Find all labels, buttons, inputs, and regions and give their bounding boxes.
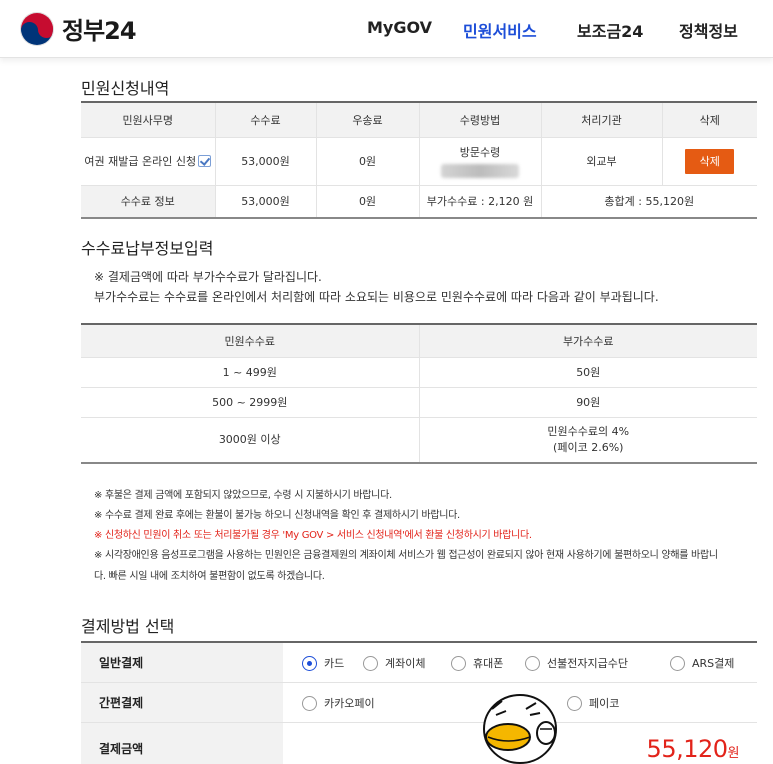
radio-label: 선불전자지급수단 [547, 657, 628, 670]
table-row: 3000원 이상 민원수수료의 4% (페이코 2.6%) [81, 417, 757, 464]
extra-fee-payco: (페이코 2.6%) [553, 440, 624, 454]
radio-ars[interactable]: ARS결제 [670, 655, 734, 671]
radio-label: ARS결제 [692, 657, 735, 670]
payment-method-table: 일반결제 카드 계좌이체 휴대폰 선불전자지급수단 ARS결제 간편결제 카카오… [81, 641, 757, 764]
payment-amount-unit: 원 [727, 746, 740, 761]
receive-method: 방문수령 [459, 146, 501, 159]
payment-amount: 55,120원 [646, 735, 740, 763]
radio-mobile[interactable]: 휴대폰 [451, 655, 503, 671]
radio-circle-icon [567, 695, 582, 711]
col-header-extra-fee: 부가수수료 [419, 324, 757, 358]
table-row: 1 ~ 499원 50원 [81, 357, 757, 388]
fee-cell: 53,000원 [215, 137, 317, 186]
table-header-row: 민원수수료 부가수수료 [81, 324, 757, 358]
radio-circle-icon [302, 655, 317, 671]
radio-label: 휴대폰 [473, 657, 504, 670]
nav-civil-service[interactable]: 민원서비스 [463, 18, 537, 42]
summary-extra-fee: 부가수수료 : 2,120 원 [419, 185, 542, 219]
payment-amount-label: 결제금액 [81, 723, 283, 764]
payment-amount-value: 55,120 [646, 735, 728, 763]
extra-fee: 50원 [419, 357, 757, 388]
table-row: 여권 재발급 온라인 신청 53,000원 0원 방문수령 외교부 삭제 [81, 137, 757, 186]
radio-circle-icon [363, 655, 378, 671]
radio-circle-icon [451, 655, 466, 671]
surcharge-table: 민원수수료 부가수수료 1 ~ 499원 50원 500 ~ 2999원 90원… [81, 323, 757, 464]
simple-payment-label: 간편결제 [81, 683, 283, 722]
radio-label: 계좌이체 [385, 657, 426, 670]
receive-cell: 방문수령 [419, 137, 542, 186]
apply-history-title: 민원신청내역 [81, 79, 170, 98]
radio-circle-icon [525, 655, 540, 671]
col-header-civil-fee: 민원수수료 [81, 324, 420, 358]
extra-fee: 민원수수료의 4% [547, 424, 630, 438]
payment-method-title: 결제방법 선택 [81, 617, 175, 636]
table-header-row: 민원사무명 수수료 우송료 수령방법 처리기관 삭제 [81, 102, 757, 138]
agency-cell: 외교부 [541, 137, 663, 186]
radio-kakaopay[interactable]: 카카오페이 [302, 695, 375, 711]
col-header-agency: 처리기관 [541, 102, 663, 138]
extra-fee: 90원 [419, 387, 757, 418]
summary-total: 총합계 : 55,120원 [541, 185, 757, 219]
payment-amount-row: 결제금액 55,120원 [81, 723, 757, 764]
nav-policy-info[interactable]: 정책정보 [679, 18, 738, 42]
table-row: 500 ~ 2999원 90원 [81, 387, 757, 418]
radio-card[interactable]: 카드 [302, 655, 344, 671]
surcharge-note-2: 부가수수료는 수수료를 온라인에서 처리함에 따라 소요되는 비용으로 민원수수… [94, 290, 659, 304]
col-header-delete: 삭제 [662, 102, 757, 138]
fee-info-label: 수수료 정보 [81, 185, 216, 219]
col-header-fee: 수수료 [215, 102, 317, 138]
apply-history-table: 민원사무명 수수료 우송료 수령방법 처리기관 삭제 여권 재발급 온라인 신청… [81, 101, 757, 219]
fee-range: 500 ~ 2999원 [81, 387, 420, 418]
gov24-logo[interactable]: 정부24 [20, 11, 137, 46]
notice-deferred: ※ 후불은 결제 금액에 포함되지 않았으므로, 수령 시 지불하시기 바랍니다… [94, 490, 392, 501]
site-header: 정부24 MyGOV 민원서비스 보조금24 정책정보 [0, 0, 773, 58]
general-payment-row: 일반결제 카드 계좌이체 휴대폰 선불전자지급수단 ARS결제 [81, 643, 757, 683]
notice-accessibility: ※ 시각장애인용 음성프로그램을 사용하는 민원인은 금융결제원의 계좌이체 서… [94, 550, 718, 561]
blurred-address [441, 164, 519, 178]
duck-mascot-icon [483, 694, 557, 764]
general-payment-label: 일반결제 [81, 643, 283, 682]
fee-payment-title: 수수료납부정보입력 [81, 239, 214, 258]
fee-summary-row: 수수료 정보 53,000원 0원 부가수수료 : 2,120 원 총합계 : … [81, 185, 757, 219]
postage-cell: 0원 [316, 137, 420, 186]
radio-payco[interactable]: 페이코 [567, 695, 619, 711]
col-header-name: 민원사무명 [81, 102, 216, 138]
service-name: 여권 재발급 온라인 신청 [84, 155, 197, 168]
surcharge-note-1: ※ 결제금액에 따라 부가수수료가 달라집니다. [94, 270, 322, 284]
radio-label: 카드 [324, 657, 345, 670]
radio-label: 페이코 [589, 697, 620, 710]
edit-check-icon[interactable] [198, 155, 212, 167]
col-header-postage: 우송료 [316, 102, 420, 138]
fee-range: 1 ~ 499원 [81, 357, 420, 388]
col-header-receive: 수령방법 [419, 102, 542, 138]
radio-label: 카카오페이 [324, 697, 375, 710]
extra-fee-cell: 민원수수료의 4% (페이코 2.6%) [419, 417, 757, 464]
radio-circle-icon [670, 655, 685, 671]
taegeuk-logo-icon [20, 11, 54, 46]
logo-text: 정부24 [62, 17, 137, 45]
simple-payment-row: 간편결제 카카오페이 페이코 [81, 683, 757, 723]
delete-cell: 삭제 [662, 137, 757, 186]
delete-button[interactable]: 삭제 [685, 148, 735, 174]
fee-range: 3000원 이상 [81, 417, 420, 464]
notice-refund-request: ※ 신청하신 민원이 취소 또는 처리불가될 경우 'My GOV > 서비스 … [94, 530, 532, 541]
nav-mygov[interactable]: MyGOV [367, 18, 432, 37]
summary-postage: 0원 [316, 185, 420, 219]
notice-accessibility-cont: 다. 빠른 시일 내에 조치하여 불편함이 없도록 하겠습니다. [94, 571, 325, 582]
radio-prepaid[interactable]: 선불전자지급수단 [525, 655, 628, 671]
radio-circle-icon [302, 695, 317, 711]
service-name-cell: 여권 재발급 온라인 신청 [81, 137, 216, 186]
radio-bank-transfer[interactable]: 계좌이체 [363, 655, 425, 671]
notice-no-refund: ※ 수수료 결제 완료 후에는 환불이 불가능 하오니 신청내역을 확인 후 결… [94, 510, 460, 521]
nav-subsidy24[interactable]: 보조금24 [577, 18, 643, 42]
summary-fee: 53,000원 [215, 185, 317, 219]
